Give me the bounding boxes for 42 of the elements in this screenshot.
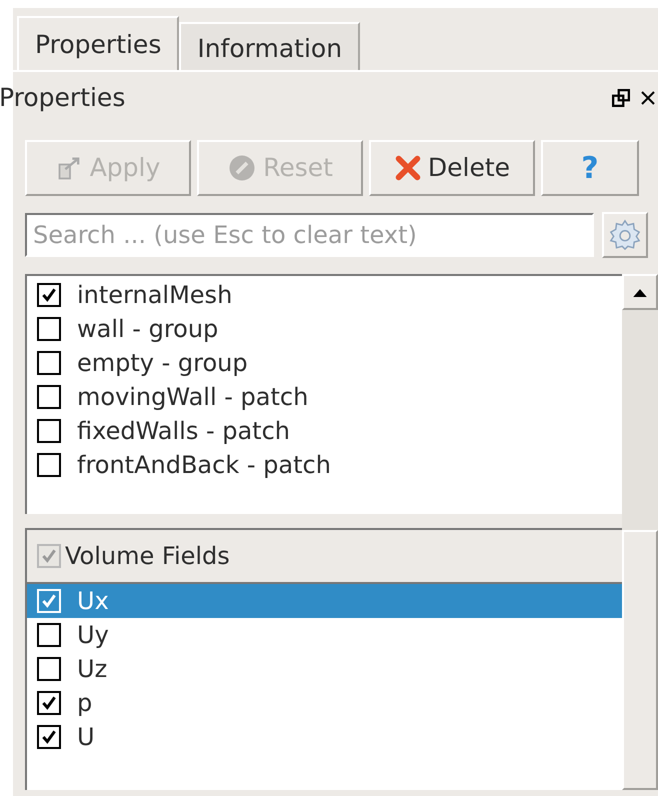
check-mark-icon [40,592,58,610]
float-window-icon[interactable] [612,89,630,107]
tab[interactable]: Information [179,22,360,70]
block-row[interactable]: fixedWalls - patch [27,414,622,448]
checkbox[interactable] [37,623,61,647]
checkbox[interactable] [37,725,61,749]
checkbox[interactable] [37,453,61,477]
delete-button[interactable]: Delete [369,140,535,196]
check-mark-icon [40,547,58,565]
block-row[interactable]: wall - group [27,312,622,346]
checkbox[interactable] [37,419,61,443]
scrollbar-thumb[interactable] [622,530,658,790]
checkbox[interactable] [37,544,61,568]
check-mark-icon [40,694,58,712]
checkbox[interactable] [37,283,61,307]
checkbox[interactable] [37,657,61,681]
field-row[interactable]: Uz [27,652,622,686]
block-row[interactable]: internalMesh [27,278,622,312]
check-mark-icon [40,286,58,304]
tab[interactable]: Properties [17,16,180,70]
block-row[interactable]: movingWall - patch [27,380,622,414]
block-row[interactable]: empty - group [27,346,622,380]
checkbox[interactable] [37,317,61,341]
field-row[interactable]: U [27,720,622,754]
panel-title: Properties [0,82,126,114]
checkbox[interactable] [37,385,61,409]
field-row[interactable]: Ux [27,584,622,618]
scrollbar[interactable] [622,274,658,790]
up-arrow-icon[interactable] [633,288,647,296]
check-mark-icon [40,728,58,746]
block-row[interactable]: frontAndBack - patch [27,448,622,482]
checkbox[interactable] [37,351,61,375]
field-row[interactable]: p [27,686,622,720]
list-header[interactable]: Volume Fields [27,530,622,584]
close-icon[interactable] [640,90,656,106]
no-entry-icon [227,153,258,183]
settings-icon [608,218,642,252]
search-field[interactable]: Search ... (use Esc to clear text) [25,213,594,257]
field-row[interactable]: Uy [27,618,622,652]
settings-button[interactable] [602,212,648,258]
close-icon [394,154,422,182]
checkbox[interactable] [37,691,61,715]
